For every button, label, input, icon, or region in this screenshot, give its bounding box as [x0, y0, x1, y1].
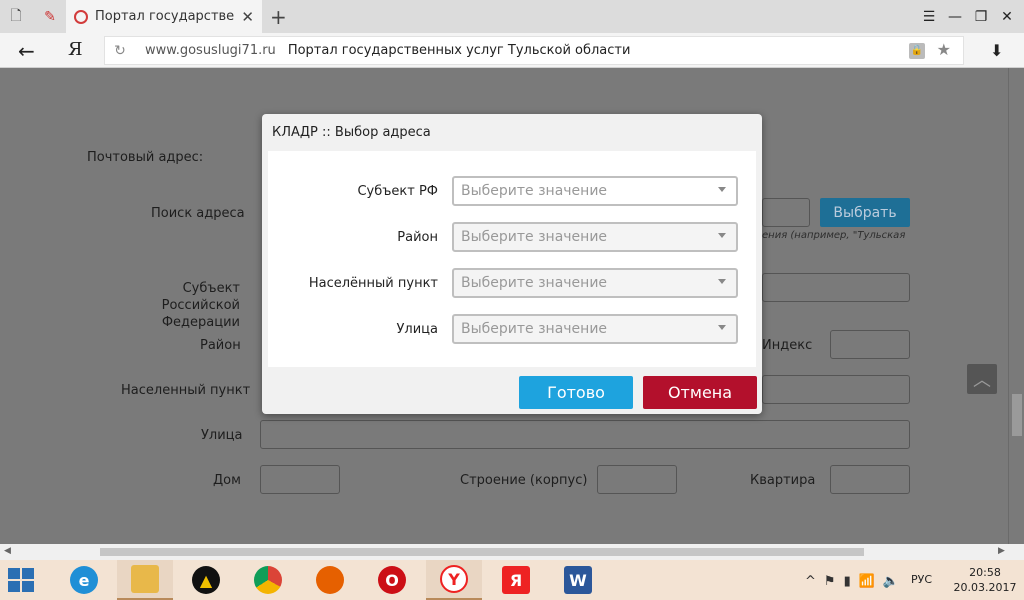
- vertical-scroll-thumb[interactable]: [1012, 394, 1022, 436]
- subject-label-line-1: Субъект Российской: [161, 281, 240, 313]
- locality-select-label: Населённый пункт: [308, 276, 438, 291]
- street-placeholder: Выберите значение: [461, 321, 608, 337]
- district-select[interactable]: Выберите значение: [452, 222, 738, 252]
- archicad-icon[interactable]: ▲: [178, 560, 234, 600]
- apartment-label: Квартира: [750, 473, 816, 488]
- clock-time: 20:58: [969, 566, 1001, 579]
- done-button[interactable]: Готово: [519, 376, 633, 409]
- navigation-bar: ← Я ↻ www.gosuslugi71.ru Портал государс…: [0, 33, 1024, 68]
- street-label: Улица: [201, 428, 243, 443]
- index-field[interactable]: [830, 330, 910, 359]
- language-indicator[interactable]: РУС: [911, 573, 932, 586]
- reload-icon[interactable]: ↻: [105, 43, 135, 59]
- scroll-to-top-icon[interactable]: ︿: [967, 364, 997, 394]
- yandex-logo-icon[interactable]: Я: [68, 39, 83, 60]
- subject-rf-placeholder: Выберите значение: [461, 183, 608, 199]
- locality-label: Населенный пункт: [121, 383, 251, 398]
- chevron-down-icon: [718, 325, 726, 330]
- vertical-scrollbar[interactable]: [1008, 68, 1024, 544]
- dialog-body: Субъект РФ Выберите значение Район Выбер…: [268, 151, 756, 367]
- horizontal-scroll-thumb[interactable]: [100, 548, 864, 556]
- locality-field[interactable]: [762, 375, 910, 404]
- clock-date: 20.03.2017: [953, 581, 1017, 594]
- chevron-down-icon: [718, 233, 726, 238]
- close-window-icon[interactable]: ✕: [994, 0, 1020, 33]
- building-field[interactable]: [597, 465, 677, 494]
- network-icon[interactable]: 📶: [859, 574, 875, 589]
- cancel-button[interactable]: Отмена: [643, 376, 757, 409]
- volume-icon[interactable]: 🔈: [883, 574, 899, 589]
- clock[interactable]: 20:58 20.03.2017: [950, 565, 1020, 595]
- search-address-label: Поиск адреса: [151, 206, 245, 221]
- district-label: Район: [200, 338, 241, 353]
- index-label: Индекс: [762, 338, 813, 353]
- scroll-right-icon[interactable]: ▶: [998, 546, 1005, 556]
- street-select[interactable]: Выберите значение: [452, 314, 738, 344]
- dialog-title: КЛАДР :: Выбор адреса: [272, 125, 431, 140]
- internet-explorer-icon[interactable]: e: [56, 560, 112, 600]
- horizontal-scrollbar[interactable]: ◀ ▶: [0, 544, 1024, 560]
- minimize-icon[interactable]: —: [942, 0, 968, 33]
- word-icon[interactable]: W: [550, 560, 606, 600]
- back-arrow-icon[interactable]: ←: [18, 39, 35, 63]
- battery-icon[interactable]: ▮: [844, 574, 851, 589]
- tray-chevron-up-icon[interactable]: ^: [805, 574, 816, 589]
- lock-icon[interactable]: 🔒: [909, 43, 925, 59]
- district-select-label: Район: [397, 230, 438, 245]
- chevron-down-icon: [718, 279, 726, 284]
- street-field[interactable]: [260, 420, 910, 449]
- bookmark-star-icon[interactable]: ★: [937, 40, 951, 59]
- chevron-down-icon: [718, 187, 726, 192]
- district-placeholder: Выберите значение: [461, 229, 608, 245]
- yandex-browser-icon[interactable]: Y: [426, 560, 482, 600]
- restore-icon[interactable]: ❐: [968, 0, 994, 33]
- menu-icon[interactable]: ☰: [916, 0, 942, 33]
- house-label: Дом: [213, 473, 241, 488]
- kladr-address-dialog: КЛАДР :: Выбор адреса Субъект РФ Выберит…: [262, 114, 762, 414]
- scroll-left-icon[interactable]: ◀: [4, 546, 11, 556]
- download-icon[interactable]: ⬇: [990, 41, 1003, 60]
- subject-field[interactable]: [762, 273, 910, 302]
- opera-icon[interactable]: O: [364, 560, 420, 600]
- flag-icon[interactable]: ⚑: [824, 574, 836, 589]
- pick-address-button[interactable]: Выбрать: [820, 198, 910, 227]
- locality-select[interactable]: Выберите значение: [452, 268, 738, 298]
- building-label: Строение (корпус): [460, 473, 588, 488]
- page-icon[interactable]: 🗋: [0, 0, 32, 33]
- url-domain: www.gosuslugi71.ru: [145, 43, 276, 58]
- postal-address-label: Почтовый адрес:: [87, 150, 204, 165]
- address-bar[interactable]: ↻ www.gosuslugi71.ru Портал государствен…: [104, 36, 964, 65]
- subject-rf-label: Субъект РФ: [357, 184, 438, 199]
- subject-label-line-2: Федерации: [161, 315, 240, 330]
- tab-close-icon[interactable]: ✕: [241, 8, 254, 26]
- street-select-label: Улица: [396, 322, 439, 337]
- pinned-tab-icon[interactable]: ✎: [34, 0, 66, 33]
- search-hint: ения (например, "Тульская: [762, 230, 906, 241]
- subject-rf-select[interactable]: Выберите значение: [452, 176, 738, 206]
- apartment-field[interactable]: [830, 465, 910, 494]
- url-page-title: Портал государственных услуг Тульской об…: [287, 43, 631, 58]
- locality-placeholder: Выберите значение: [461, 275, 608, 291]
- gosuslugi-favicon-icon: [74, 9, 88, 24]
- tab-bar: 🗋 ✎ Портал государственных ✕ + ☰ — ❐ ✕: [0, 0, 1024, 33]
- system-tray: ^ ⚑ ▮ 📶 🔈: [805, 572, 899, 590]
- start-windows-icon[interactable]: [8, 568, 34, 592]
- chrome-icon[interactable]: [240, 560, 296, 600]
- file-explorer-icon[interactable]: [117, 560, 173, 600]
- new-tab-button[interactable]: +: [270, 0, 290, 33]
- house-field[interactable]: [260, 465, 340, 494]
- yandex-icon[interactable]: Я: [488, 560, 544, 600]
- subject-label: Субъект Российской Федерации: [108, 280, 240, 331]
- firefox-icon[interactable]: [302, 560, 358, 600]
- search-address-input[interactable]: [762, 198, 810, 227]
- windows-taskbar: e ▲ O Y Я W ^ ⚑ ▮ 📶 🔈 РУС 20:58 20.03.20…: [0, 560, 1024, 600]
- tab-title: Портал государственных: [95, 9, 235, 24]
- active-tab[interactable]: Портал государственных ✕: [66, 0, 262, 33]
